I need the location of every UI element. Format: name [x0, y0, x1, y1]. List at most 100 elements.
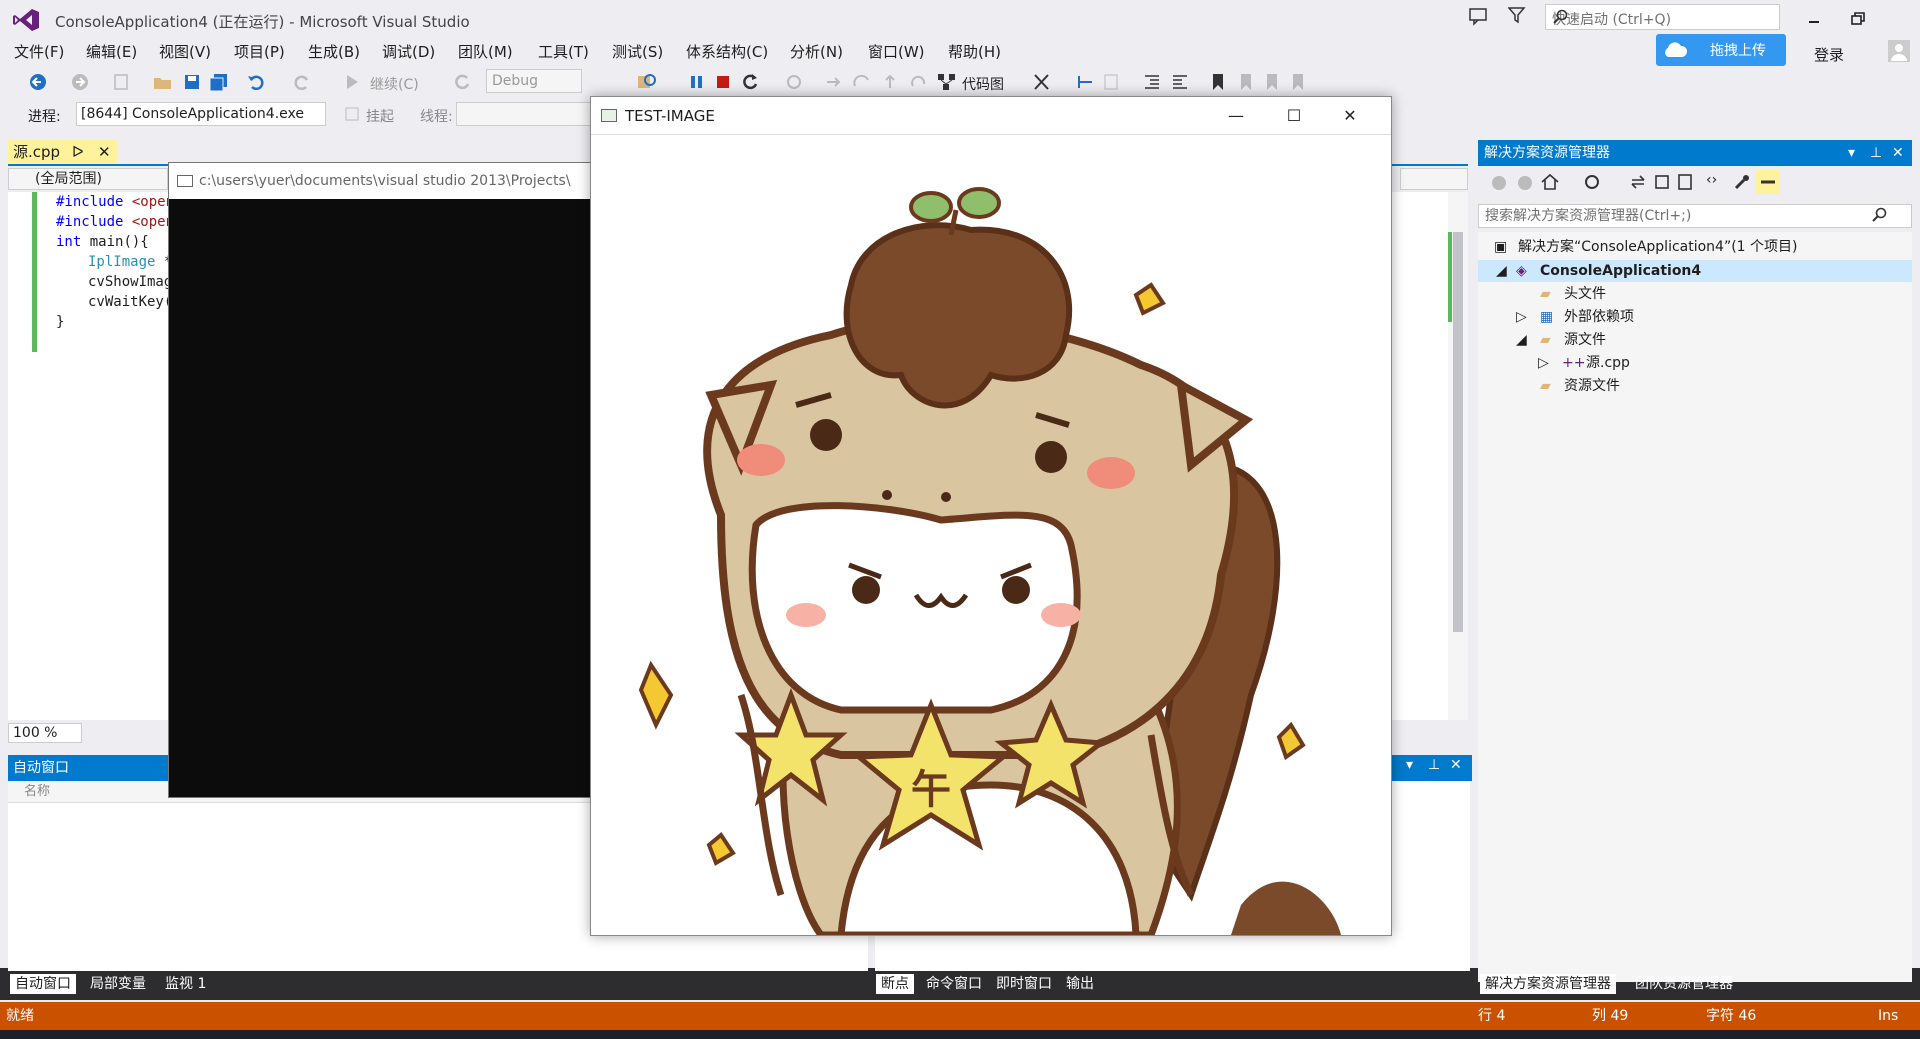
redo-icon[interactable]	[292, 72, 312, 92]
comment-icon[interactable]	[1102, 72, 1122, 92]
close-icon[interactable]: ✕	[1450, 757, 1462, 773]
configuration-dropdown[interactable]: Debug	[486, 69, 582, 93]
menu-edit[interactable]: 编辑(E)	[86, 40, 137, 64]
quick-launch-input[interactable]: 快速启动 (Ctrl+Q)	[1545, 4, 1780, 30]
col-name[interactable]: 名称	[24, 784, 50, 799]
pin-icon[interactable]: ⊥	[1870, 140, 1882, 166]
forward-icon[interactable]	[1516, 174, 1534, 192]
step-into-icon[interactable]	[824, 72, 844, 92]
find-in-files-icon[interactable]	[636, 72, 658, 92]
process-dropdown[interactable]: [8644] ConsoleApplication4.exe	[76, 102, 326, 126]
minimize-button[interactable]: —	[1213, 97, 1259, 135]
close-button[interactable]: ✕	[1327, 97, 1373, 135]
tab-autos[interactable]: 自动窗口	[10, 974, 76, 994]
properties-icon[interactable]	[1732, 172, 1752, 192]
member-dropdown[interactable]	[1400, 168, 1468, 190]
tree-resources[interactable]: 资源文件	[1564, 375, 1620, 397]
collapse-arrow-icon[interactable]: ◢	[1516, 329, 1527, 351]
menu-test[interactable]: 测试(S)	[612, 40, 663, 64]
login-link[interactable]: 登录	[1814, 44, 1844, 65]
close-icon[interactable]: ✕	[1892, 140, 1904, 166]
search-icon[interactable]	[1871, 207, 1887, 223]
pin-icon[interactable]: ⊥	[1428, 757, 1440, 773]
step-out-icon[interactable]	[880, 72, 900, 92]
menu-team[interactable]: 团队(M)	[458, 40, 513, 64]
thread-dropdown[interactable]	[456, 102, 596, 126]
next-bookmark-icon[interactable]	[1264, 72, 1280, 92]
tree-source-file[interactable]: 源.cpp	[1586, 352, 1630, 374]
image-window-title-bar[interactable]: TEST-IMAGE — ☐ ✕	[591, 97, 1391, 135]
code-map-label[interactable]: 代码图	[962, 74, 1004, 94]
zoom-dropdown[interactable]: 100 %	[8, 723, 82, 743]
tree-external-deps[interactable]: 外部依赖项	[1564, 306, 1634, 328]
collapse-arrow-icon[interactable]: ◢	[1496, 260, 1507, 282]
show-next-statement-icon[interactable]	[784, 72, 804, 92]
view-code-icon[interactable]: ‹›	[1706, 172, 1717, 188]
menu-help[interactable]: 帮助(H)	[948, 40, 1001, 64]
show-all-files-icon[interactable]	[1676, 172, 1696, 192]
forward-icon[interactable]	[70, 72, 90, 92]
refresh-icon[interactable]	[1628, 172, 1648, 192]
close-icon[interactable]: ✕	[98, 140, 111, 164]
sync-icon[interactable]	[1582, 172, 1602, 192]
bookmark-icon[interactable]	[1210, 72, 1226, 92]
tab-command[interactable]: 命令窗口	[921, 974, 987, 994]
tab-breakpoints[interactable]: 断点	[876, 974, 914, 994]
open-folder-icon[interactable]	[152, 72, 174, 92]
tree-project[interactable]: ConsoleApplication4	[1540, 260, 1701, 282]
pin-icon[interactable]: ᐅ	[72, 140, 84, 164]
home-icon[interactable]	[1540, 172, 1560, 192]
menu-debug[interactable]: 调试(D)	[382, 40, 435, 64]
expand-arrow-icon[interactable]: ▷	[1538, 352, 1549, 374]
tab-watch1[interactable]: 监视 1	[160, 974, 211, 994]
restart-icon[interactable]	[740, 72, 760, 92]
new-project-icon[interactable]	[112, 72, 132, 92]
tab-locals[interactable]: 局部变量	[85, 974, 151, 994]
vertical-scrollbar[interactable]	[1448, 192, 1468, 720]
image-window[interactable]: TEST-IMAGE — ☐ ✕ 午	[590, 96, 1392, 936]
console-title-bar[interactable]: c:\users\yuer\documents\visual studio 20…	[169, 163, 593, 199]
solution-search-input[interactable]: 搜索解决方案资源管理器(Ctrl+;)	[1478, 204, 1912, 228]
menu-window[interactable]: 窗口(W)	[868, 40, 925, 64]
indent-icon[interactable]	[1142, 72, 1162, 92]
tab-solution-explorer[interactable]: 解决方案资源管理器	[1480, 974, 1616, 994]
exception-icon[interactable]	[1032, 72, 1054, 92]
step-back-icon[interactable]	[908, 72, 928, 92]
refresh-icon[interactable]	[452, 72, 472, 92]
clear-bookmarks-icon[interactable]	[1290, 72, 1306, 92]
pause-icon[interactable]	[688, 72, 706, 92]
continue-icon[interactable]	[344, 72, 360, 92]
suspend-label[interactable]: 挂起	[366, 106, 394, 126]
feedback-icon[interactable]	[1468, 6, 1488, 26]
menu-analyze[interactable]: 分析(N)	[790, 40, 843, 64]
tab-team-explorer[interactable]: 团队资源管理器	[1630, 974, 1738, 994]
suspend-icon[interactable]	[344, 106, 360, 122]
prev-bookmark-icon[interactable]	[1238, 72, 1254, 92]
preview-icon[interactable]	[1756, 170, 1780, 194]
back-icon[interactable]	[1490, 174, 1508, 192]
scope-dropdown[interactable]: (全局范围)	[8, 168, 168, 190]
tab-output[interactable]: 输出	[1061, 974, 1099, 994]
menu-file[interactable]: 文件(F)	[14, 40, 64, 64]
save-all-icon[interactable]	[208, 72, 230, 92]
undo-icon[interactable]	[246, 72, 266, 92]
menu-view[interactable]: 视图(V)	[159, 40, 211, 64]
expand-arrow-icon[interactable]: ▷	[1516, 306, 1527, 328]
menu-architecture[interactable]: 体系结构(C)	[686, 40, 768, 64]
panel-menu-icon[interactable]: ▾	[1848, 140, 1855, 166]
outdent-icon[interactable]	[1170, 72, 1190, 92]
back-icon[interactable]	[28, 72, 48, 92]
maximize-button[interactable]: ☐	[1271, 97, 1317, 135]
avatar[interactable]	[1888, 40, 1910, 62]
menu-project[interactable]: 项目(P)	[234, 40, 285, 64]
stop-icon[interactable]	[714, 72, 732, 92]
scrollbar-thumb[interactable]	[1453, 232, 1463, 632]
tab-immediate[interactable]: 即时窗口	[991, 974, 1057, 994]
align-icon[interactable]	[1076, 72, 1096, 92]
code-map-icon[interactable]	[936, 72, 958, 92]
menu-tools[interactable]: 工具(T)	[538, 40, 589, 64]
continue-label[interactable]: 继续(C)	[370, 74, 419, 94]
filter-icon[interactable]	[1508, 6, 1526, 24]
tree-headers[interactable]: 头文件	[1564, 283, 1606, 305]
menu-build[interactable]: 生成(B)	[308, 40, 360, 64]
